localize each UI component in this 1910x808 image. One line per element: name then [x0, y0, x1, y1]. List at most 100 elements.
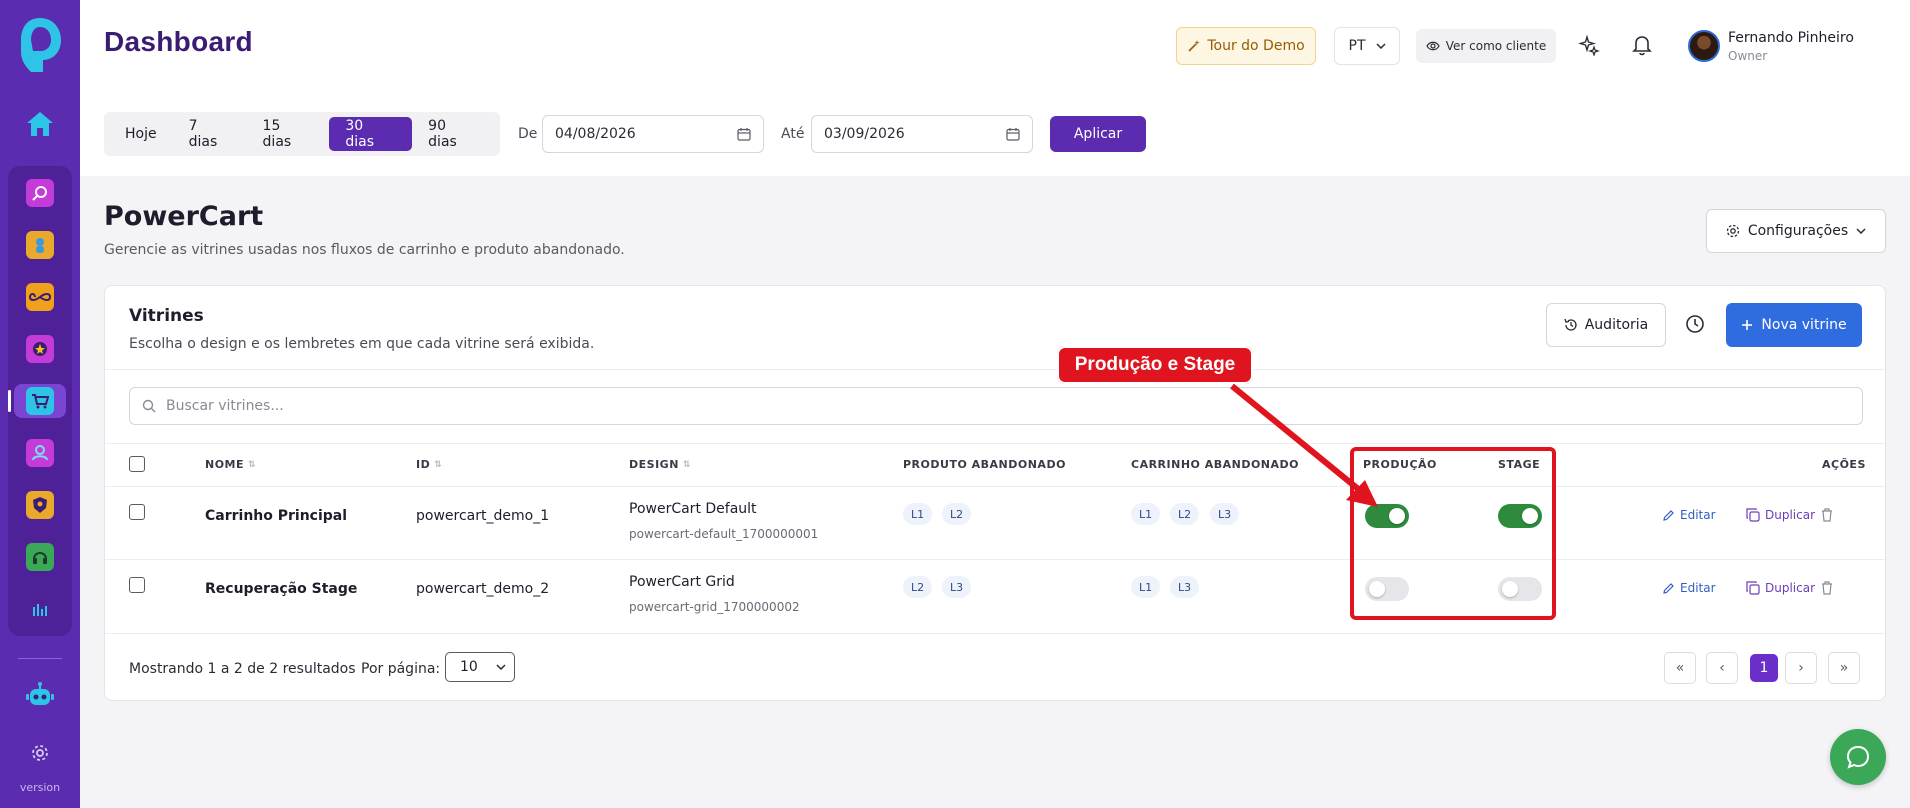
- home-icon[interactable]: [20, 104, 60, 144]
- divider: [105, 559, 1885, 560]
- user-role: Owner: [1728, 49, 1768, 63]
- date-range-group: Hoje 7 dias 15 dias 30 dias 90 dias: [104, 112, 500, 156]
- to-label: Até: [781, 126, 805, 142]
- calendar-icon: [1006, 128, 1020, 141]
- people-app-icon[interactable]: [14, 436, 66, 470]
- infinity-app-icon[interactable]: [14, 280, 66, 314]
- edit-button[interactable]: Editar: [1662, 508, 1716, 522]
- range-7-dias[interactable]: 7 dias: [173, 117, 247, 151]
- card-title: Vitrines: [129, 306, 204, 326]
- chat-bubble-icon: [1846, 745, 1870, 769]
- next-page-button[interactable]: ›: [1785, 652, 1817, 684]
- sort-icon: ⇅: [682, 459, 691, 470]
- produto-pill: L1: [903, 503, 933, 525]
- col-header-produto: PRODUTO ABANDONADO: [903, 458, 1066, 471]
- apply-button[interactable]: Aplicar: [1050, 116, 1146, 152]
- row-name: Recuperação Stage: [205, 581, 358, 597]
- settings-label: Configurações: [1747, 223, 1849, 239]
- vitrines-card: Vitrines Escolha o design e os lembretes…: [104, 285, 1886, 701]
- duplicate-button[interactable]: Duplicar: [1746, 581, 1815, 595]
- date-filter-bar: Hoje 7 dias 15 dias 30 dias 90 dias De 0…: [80, 90, 1910, 176]
- double-chevron-left-icon: «: [1675, 660, 1685, 676]
- duplicate-button[interactable]: Duplicar: [1746, 508, 1815, 522]
- first-page-button[interactable]: «: [1664, 652, 1696, 684]
- search-app-icon[interactable]: [14, 176, 66, 210]
- row-design: PowerCart Grid: [629, 574, 735, 590]
- page-number-button[interactable]: 1: [1750, 654, 1778, 682]
- new-vitrine-button[interactable]: Nova vitrine: [1726, 303, 1862, 347]
- from-label: De: [518, 126, 538, 142]
- row-design-id: powercart-grid_1700000002: [629, 600, 800, 614]
- to-date-value: 03/09/2026: [824, 126, 905, 142]
- last-page-button[interactable]: »: [1828, 652, 1860, 684]
- user-avatar[interactable]: [1688, 30, 1720, 62]
- edit-button[interactable]: Editar: [1662, 581, 1716, 595]
- settings-button[interactable]: Configurações: [1706, 209, 1886, 253]
- card-subtitle: Escolha o design e os lembretes em que c…: [129, 336, 595, 352]
- chart-app-icon[interactable]: [14, 592, 66, 626]
- row-checkbox[interactable]: [129, 504, 145, 520]
- per-page-value: 10: [460, 659, 478, 675]
- robot-icon[interactable]: [20, 677, 60, 713]
- section-subtitle: Gerencie as vitrines usadas nos fluxos d…: [104, 242, 625, 258]
- prev-page-button[interactable]: ‹: [1706, 652, 1738, 684]
- view-as-client-button[interactable]: Ver como cliente: [1416, 29, 1556, 63]
- row-id: powercart_demo_2: [416, 581, 550, 597]
- language-select[interactable]: PT: [1334, 27, 1400, 65]
- app-switcher: [8, 166, 72, 636]
- settings-gear-icon[interactable]: [30, 743, 50, 767]
- carrinho-pill: L3: [1170, 576, 1200, 598]
- delete-trash-icon[interactable]: [1821, 508, 1833, 522]
- chevron-left-icon: ‹: [1719, 660, 1725, 676]
- delete-trash-icon[interactable]: [1821, 581, 1833, 595]
- range-hoje[interactable]: Hoje: [109, 117, 173, 151]
- notifications-bell-icon[interactable]: [1632, 34, 1652, 56]
- star-app-icon[interactable]: [14, 332, 66, 366]
- divider: [105, 633, 1885, 634]
- search-icon: [142, 399, 156, 413]
- from-date-input[interactable]: 04/08/2026: [542, 115, 764, 153]
- search-input[interactable]: Buscar vitrines...: [129, 387, 1863, 425]
- col-header-name[interactable]: NOME ⇅: [205, 458, 256, 471]
- range-15-dias[interactable]: 15 dias: [247, 117, 330, 151]
- app-logo[interactable]: [15, 14, 65, 74]
- sidebar: version: [0, 0, 80, 808]
- user-name[interactable]: Fernando Pinheiro: [1728, 30, 1854, 46]
- carrinho-pill: L3: [1210, 503, 1240, 525]
- headset-app-icon[interactable]: [14, 540, 66, 574]
- select-all-checkbox[interactable]: [129, 456, 145, 472]
- chat-button[interactable]: [1830, 729, 1886, 785]
- range-90-dias[interactable]: 90 dias: [412, 117, 495, 151]
- copy-icon: [1746, 581, 1760, 595]
- carrinho-pill: L1: [1131, 503, 1161, 525]
- to-date-input[interactable]: 03/09/2026: [811, 115, 1033, 153]
- audit-button[interactable]: Auditoria: [1546, 303, 1666, 347]
- per-page-label: Por página:: [361, 661, 441, 677]
- per-page-select[interactable]: 10: [445, 652, 515, 682]
- row-checkbox[interactable]: [129, 577, 145, 593]
- results-summary: Mostrando 1 a 2 de 2 resultados: [129, 661, 356, 677]
- shield-app-icon[interactable]: [14, 488, 66, 522]
- user-app-icon[interactable]: [14, 228, 66, 262]
- cart-app-icon[interactable]: [8, 384, 66, 418]
- language-value: PT: [1348, 38, 1366, 54]
- col-header-design[interactable]: DESIGN ⇅: [629, 458, 691, 471]
- produto-pill: L3: [942, 576, 972, 598]
- col-header-id[interactable]: ID ⇅: [416, 458, 442, 471]
- section-title: PowerCart: [104, 201, 264, 232]
- row-design-id: powercart-default_1700000001: [629, 527, 819, 541]
- audit-label: Auditoria: [1584, 317, 1649, 333]
- copy-icon: [1746, 508, 1760, 522]
- range-30-dias[interactable]: 30 dias: [329, 117, 413, 151]
- row-design: PowerCart Default: [629, 501, 757, 517]
- tour-demo-button[interactable]: Tour do Demo: [1176, 27, 1316, 65]
- tour-demo-label: Tour do Demo: [1207, 38, 1305, 54]
- chevron-right-icon: ›: [1798, 660, 1804, 676]
- pencil-icon: [1663, 509, 1674, 521]
- produto-pill: L2: [903, 576, 933, 598]
- sparkles-icon[interactable]: [1578, 34, 1600, 56]
- produto-pill: L2: [942, 503, 972, 525]
- gear-icon: [1726, 224, 1739, 238]
- divider: [105, 486, 1885, 487]
- clock-icon[interactable]: [1685, 314, 1705, 334]
